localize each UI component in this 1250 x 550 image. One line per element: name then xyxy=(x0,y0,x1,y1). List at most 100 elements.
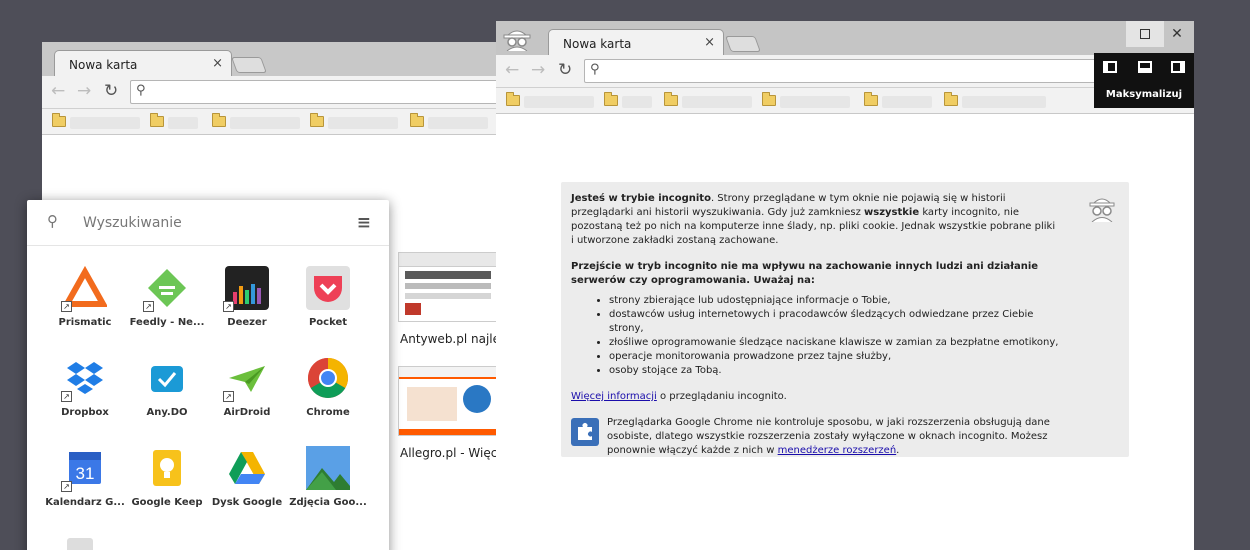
more-info-link[interactable]: Więcej informacji xyxy=(571,391,657,402)
back-icon[interactable]: ← xyxy=(51,82,65,100)
app-keep[interactable]: Google Keep xyxy=(127,446,207,508)
incognito-bookmarks-bar xyxy=(496,88,1194,114)
search-icon: ⚲ xyxy=(590,62,600,77)
folder-icon[interactable] xyxy=(762,92,776,106)
app-label: Prismatic xyxy=(58,317,112,328)
incognito-paragraph: Jesteś w trybie incognito. Strony przegl… xyxy=(571,192,1059,248)
snap-right-icon[interactable] xyxy=(1171,61,1185,73)
folder-icon[interactable] xyxy=(864,92,878,106)
app-deezer[interactable]: ↗ Deezer xyxy=(207,266,287,328)
blurred-bookmark[interactable] xyxy=(168,117,198,129)
blurred-bookmark[interactable] xyxy=(622,96,652,108)
omnibox[interactable]: ⚲ xyxy=(130,80,498,104)
list-item: dostawców usług internetowych i pracodaw… xyxy=(609,308,1059,336)
app-pocket[interactable]: Pocket xyxy=(288,266,368,328)
blurred-bookmark[interactable] xyxy=(882,96,932,108)
app-prismatic[interactable]: ↗ Prismatic xyxy=(45,265,125,328)
thumb-caption[interactable]: Allegro.pl - Więce xyxy=(400,446,505,460)
list-item: operacje monitorowania prowadzone przez … xyxy=(609,350,1059,364)
tab-close-icon[interactable]: × xyxy=(212,56,223,71)
blurred-bookmark[interactable] xyxy=(70,117,140,129)
search-input[interactable]: Wyszukiwanie xyxy=(83,215,182,231)
folder-icon[interactable] xyxy=(212,113,226,127)
airdroid-icon: ↗ xyxy=(223,356,269,402)
back-icon[interactable]: ← xyxy=(505,61,519,79)
forward-icon[interactable]: → xyxy=(77,82,91,100)
prismatic-icon: ↗ xyxy=(61,265,109,312)
folder-icon[interactable] xyxy=(52,113,66,127)
incognito-heading: Jesteś w trybie incognito xyxy=(571,193,711,204)
deezer-icon: ↗ xyxy=(223,266,269,312)
app-label: Pocket xyxy=(308,317,348,328)
app-calendar[interactable]: 31 ↗ Kalendarz G... xyxy=(45,446,125,508)
app-chrome[interactable]: Chrome xyxy=(288,356,368,418)
list-item: złośliwe oprogramowanie śledzące naciska… xyxy=(609,336,1059,350)
more-info-paragraph: Więcej informacji o przeglądaniu incogni… xyxy=(571,390,1059,404)
blurred-bookmark[interactable] xyxy=(328,117,398,129)
folder-icon[interactable] xyxy=(506,92,520,106)
tab-title: Nowa karta xyxy=(563,37,632,51)
app-label: Feedly - Ne... xyxy=(129,317,205,328)
blurred-bookmark[interactable] xyxy=(428,117,488,129)
tab-close-icon[interactable]: × xyxy=(704,35,715,50)
app-feedly[interactable]: ↗ Feedly - Ne... xyxy=(127,266,207,328)
blurred-bookmark[interactable] xyxy=(682,96,752,108)
dropbox-icon: ↗ xyxy=(61,356,107,402)
shortcut-icon: ↗ xyxy=(61,391,72,402)
folder-icon[interactable] xyxy=(410,113,424,127)
shortcut-icon: ↗ xyxy=(61,301,72,312)
folder-icon[interactable] xyxy=(664,92,678,106)
blurred-bookmark[interactable] xyxy=(780,96,850,108)
app-anydo[interactable]: Any.DO xyxy=(127,356,207,418)
new-tab-button[interactable] xyxy=(725,36,761,52)
app-label: Zdjęcia Goo... xyxy=(289,497,367,508)
drive-icon xyxy=(225,446,269,490)
most-visited-thumb-allegro[interactable] xyxy=(398,366,498,436)
app-label: Chrome xyxy=(306,407,350,418)
left-tab-new[interactable]: Nowa karta × xyxy=(54,50,232,76)
left-tabstrip: Nowa karta × xyxy=(42,42,498,76)
shortcut-icon: ↗ xyxy=(61,481,72,492)
new-tab-button[interactable] xyxy=(231,57,267,73)
most-visited-thumb-antyweb[interactable] xyxy=(398,252,498,322)
close-window-button[interactable]: ✕ xyxy=(1158,21,1194,47)
app-label: Dropbox xyxy=(61,407,109,418)
snap-left-icon[interactable] xyxy=(1103,61,1117,73)
shortcut-icon: ↗ xyxy=(223,301,234,312)
app-label: Kalendarz G... xyxy=(45,497,125,508)
incognito-tab-new[interactable]: Nowa karta × xyxy=(548,29,724,55)
warning-paragraph: Przejście w tryb incognito nie ma wpływu… xyxy=(571,260,1059,288)
blurred-bookmark[interactable] xyxy=(524,96,594,108)
app-label: Any.DO xyxy=(146,407,188,418)
forward-icon[interactable]: → xyxy=(531,61,545,79)
folder-icon[interactable] xyxy=(310,113,324,127)
left-toolbar: ← → ↻ ⚲ xyxy=(42,76,498,109)
extensions-manager-link[interactable]: menedżerze rozszerzeń xyxy=(778,445,897,456)
folder-icon[interactable] xyxy=(150,113,164,127)
menu-icon[interactable]: ≡ xyxy=(357,213,371,233)
search-icon: ⚲ xyxy=(47,212,58,230)
reload-icon[interactable]: ↻ xyxy=(558,61,572,79)
folder-icon[interactable] xyxy=(604,92,618,106)
app-label: Dysk Google xyxy=(211,497,283,508)
incognito-toolbar: ← → ↻ ⚲ xyxy=(496,55,1194,88)
thumb-caption[interactable]: Antyweb.pl najlep xyxy=(400,332,508,346)
reload-icon[interactable]: ↻ xyxy=(104,82,118,100)
blurred-bookmark[interactable] xyxy=(230,117,300,129)
maximize-icon xyxy=(1140,29,1150,39)
partial-app-icon[interactable] xyxy=(67,538,93,550)
blurred-bookmark[interactable] xyxy=(962,96,1046,108)
feedly-icon: ↗ xyxy=(143,266,189,312)
omnibox[interactable]: ⚲ xyxy=(584,59,1104,83)
warning-list: strony zbierające lub udostępniające inf… xyxy=(609,294,1059,378)
list-item: strony zbierające lub udostępniające inf… xyxy=(609,294,1059,308)
app-launcher: ⚲ Wyszukiwanie ≡ ↗ Prismatic ↗ Feedly - … xyxy=(27,200,389,550)
app-photos[interactable]: Zdjęcia Goo... xyxy=(288,446,368,508)
list-item: osoby stojące za Tobą. xyxy=(609,364,1059,378)
app-dropbox[interactable]: ↗ Dropbox xyxy=(45,356,125,418)
shortcut-icon: ↗ xyxy=(143,301,154,312)
folder-icon[interactable] xyxy=(944,92,958,106)
app-airdroid[interactable]: ↗ AirDroid xyxy=(207,356,287,418)
app-drive[interactable]: Dysk Google xyxy=(207,446,287,508)
snap-maximize-icon[interactable] xyxy=(1138,61,1152,73)
